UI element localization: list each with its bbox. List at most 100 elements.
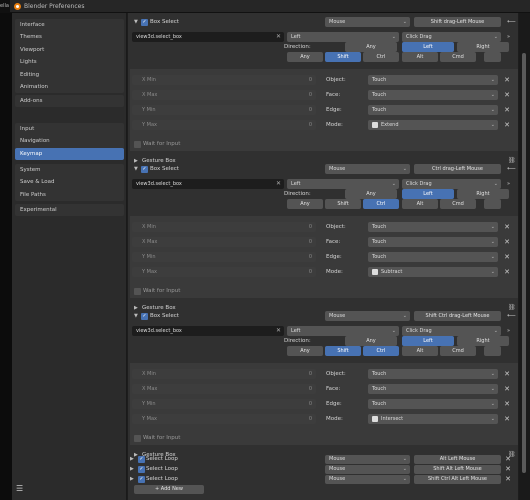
modifier-any-button[interactable]: Any	[287, 199, 323, 209]
add-new-button[interactable]: + Add New	[134, 485, 204, 494]
sidebar-item-animation[interactable]: Animation	[15, 81, 124, 93]
sidebar-item-interface[interactable]: Interface	[15, 19, 124, 31]
sidebar-item-experimental[interactable]: Experimental	[15, 204, 124, 216]
input-type-dropdown[interactable]: Mouse ⌄	[325, 164, 410, 174]
property-dropdown[interactable]: Touch ⌄	[368, 384, 498, 394]
property-dropdown[interactable]: Extend ⌄	[368, 120, 498, 130]
property-dropdown[interactable]: Touch ⌄	[368, 90, 498, 100]
property-dropdown[interactable]: Touch ⌄	[368, 75, 498, 85]
remove-item-icon[interactable]: ✕	[503, 464, 513, 474]
modifier-cmd-button[interactable]: Cmd	[440, 199, 476, 209]
property-dropdown[interactable]: Subtract ⌄	[368, 267, 498, 277]
remove-item-icon[interactable]: ✕	[503, 474, 513, 484]
property-dropdown[interactable]: Intersect ⌄	[368, 414, 498, 424]
sidebar-item-navigation[interactable]: Navigation	[15, 135, 124, 147]
property-xmax-field[interactable]: X Max 0	[132, 90, 316, 100]
operator-id-field[interactable]: view3d.select_box	[132, 326, 284, 336]
remove-property-icon[interactable]: ✕	[502, 252, 512, 262]
shortcut-button[interactable]: Ctrl drag-Left Mouse	[414, 164, 501, 174]
modifier-ctrl-button[interactable]: Ctrl	[363, 199, 399, 209]
remove-property-icon[interactable]: ✕	[502, 90, 512, 100]
modifier-oskey-button[interactable]	[484, 52, 501, 62]
property-xmax-field[interactable]: X Max 0	[132, 384, 316, 394]
remove-property-icon[interactable]: ✕	[502, 414, 512, 424]
active-checkbox[interactable]: ✓	[141, 165, 148, 173]
event-value-dropdown[interactable]: Click Drag ⌄	[402, 179, 501, 189]
direction-left-button[interactable]: Left	[402, 336, 454, 346]
expand-triangle-icon[interactable]: ▼	[134, 17, 138, 27]
wait-for-input-checkbox[interactable]	[134, 140, 141, 148]
sidebar-item-editing[interactable]: Editing	[15, 69, 124, 81]
sidebar-item-keymap[interactable]: Keymap	[15, 147, 124, 161]
direction-left-button[interactable]: Left	[402, 42, 454, 52]
active-checkbox[interactable]: ✓	[138, 475, 145, 483]
input-type-dropdown[interactable]: Mouse ⌄	[325, 311, 410, 321]
shortcut-button[interactable]: Alt Left Mouse	[414, 454, 501, 464]
property-ymax-field[interactable]: Y Max 0	[132, 267, 316, 277]
expand-triangle-icon[interactable]: ▶	[130, 454, 134, 464]
input-type-dropdown[interactable]: Mouse ⌄	[325, 464, 410, 474]
sidebar-item-file-paths[interactable]: File Paths	[15, 189, 124, 201]
remove-property-icon[interactable]: ✕	[502, 369, 512, 379]
input-type-dropdown[interactable]: Mouse ⌄	[325, 454, 410, 464]
expand-triangle-icon[interactable]: ▶	[130, 464, 134, 474]
remove-property-icon[interactable]: ✕	[502, 222, 512, 232]
modifier-oskey-button[interactable]	[484, 199, 501, 209]
sidebar-item-viewport[interactable]: Viewport	[15, 44, 124, 56]
property-dropdown[interactable]: Touch ⌄	[368, 222, 498, 232]
input-type-dropdown[interactable]: Mouse ⌄	[325, 17, 410, 27]
property-dropdown[interactable]: Touch ⌄	[368, 252, 498, 262]
back-arrow-icon[interactable]: ⟵	[507, 17, 516, 27]
remove-property-icon[interactable]: ✕	[502, 75, 512, 85]
link-icon[interactable]: ⛓	[508, 157, 516, 164]
property-ymin-field[interactable]: Y Min 0	[132, 105, 316, 115]
modifier-shift-button[interactable]: Shift	[325, 346, 361, 356]
direction-right-button[interactable]: Right	[457, 42, 509, 52]
direction-any-button[interactable]: Any	[345, 42, 397, 52]
active-checkbox[interactable]: ✓	[138, 465, 145, 473]
mouse-button-dropdown[interactable]: Left ⌄	[287, 326, 399, 336]
operator-id-field[interactable]: view3d.select_box	[132, 32, 284, 42]
sidebar-item-add-ons[interactable]: Add-ons	[15, 95, 124, 107]
active-checkbox[interactable]: ✓	[138, 455, 145, 463]
remove-property-icon[interactable]: ✕	[502, 384, 512, 394]
remove-item-icon[interactable]: ✕	[503, 454, 513, 464]
operator-id-field[interactable]: view3d.select_box	[132, 179, 284, 189]
modifier-cmd-button[interactable]: Cmd	[440, 52, 476, 62]
sidebar-item-system[interactable]: System	[15, 164, 124, 176]
shortcut-button[interactable]: Shift Alt Left Mouse	[414, 464, 501, 474]
mouse-button-dropdown[interactable]: Left ⌄	[287, 179, 399, 189]
input-type-dropdown[interactable]: Mouse ⌄	[325, 474, 410, 484]
expand-triangle-icon[interactable]: ▼	[134, 311, 138, 321]
direction-left-button[interactable]: Left	[402, 189, 454, 199]
back-arrow-icon[interactable]: ⟵	[507, 311, 516, 321]
modifier-any-button[interactable]: Any	[287, 52, 323, 62]
modifier-alt-button[interactable]: Alt	[402, 199, 438, 209]
direction-right-button[interactable]: Right	[457, 189, 509, 199]
link-icon[interactable]: ⛓	[508, 304, 516, 311]
active-checkbox[interactable]: ✓	[141, 312, 148, 320]
remove-property-icon[interactable]: ✕	[502, 120, 512, 130]
property-ymin-field[interactable]: Y Min 0	[132, 252, 316, 262]
sidebar-item-lights[interactable]: Lights	[15, 56, 124, 68]
direction-any-button[interactable]: Any	[345, 189, 397, 199]
modifier-cmd-button[interactable]: Cmd	[440, 346, 476, 356]
property-dropdown[interactable]: Touch ⌄	[368, 237, 498, 247]
modifier-ctrl-button[interactable]: Ctrl	[363, 52, 399, 62]
property-xmin-field[interactable]: X Min 0	[132, 369, 316, 379]
modifier-ctrl-button[interactable]: Ctrl	[363, 346, 399, 356]
event-value-dropdown[interactable]: Click Drag ⌄	[402, 326, 501, 336]
remove-property-icon[interactable]: ✕	[502, 267, 512, 277]
expand-triangle-icon[interactable]: ▼	[134, 164, 138, 174]
direction-right-button[interactable]: Right	[457, 336, 509, 346]
modifier-oskey-button[interactable]	[484, 346, 501, 356]
sidebar-item-input[interactable]: Input	[15, 123, 124, 135]
property-dropdown[interactable]: Touch ⌄	[368, 105, 498, 115]
property-xmin-field[interactable]: X Min 0	[132, 222, 316, 232]
menu-icon[interactable]: ☰	[16, 485, 23, 493]
wait-for-input-checkbox[interactable]	[134, 287, 141, 295]
sidebar-item-themes[interactable]: Themes	[15, 31, 124, 43]
modifier-shift-button[interactable]: Shift	[325, 199, 361, 209]
shortcut-button[interactable]: Shift drag-Left Mouse	[414, 17, 501, 27]
event-value-dropdown[interactable]: Click Drag ⌄	[402, 32, 501, 42]
